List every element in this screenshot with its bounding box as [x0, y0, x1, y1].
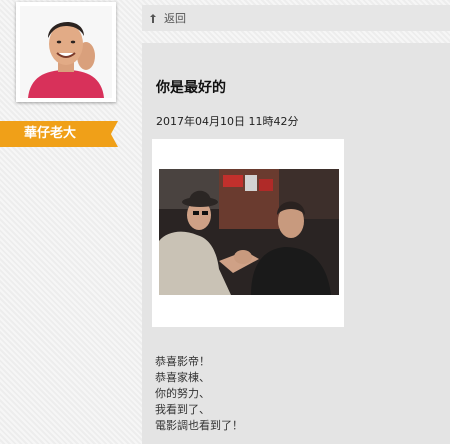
avatar-image: [20, 6, 112, 98]
back-bar: 返回: [142, 5, 450, 31]
post-body: 恭喜影帝！ 恭喜家棟、 你的努力、 我看到了、 電影調也看到了！: [155, 354, 243, 434]
post-body-line: 電影調也看到了！: [155, 419, 243, 432]
profile-avatar[interactable]: [16, 2, 116, 102]
arrow-up-left-icon: [150, 13, 156, 23]
profile-name-ribbon[interactable]: 華仔老大: [0, 121, 118, 147]
post-body-line: 你的努力、: [155, 387, 210, 400]
post-body-line: 恭喜家棟、: [155, 371, 210, 384]
post-datetime: 2017年04月10日 11時42分: [156, 115, 299, 128]
back-label: 返回: [164, 12, 186, 25]
post-title: 你是最好的: [156, 80, 226, 96]
back-link[interactable]: 返回: [150, 10, 186, 26]
post-body-line: 我看到了、: [155, 403, 210, 416]
post-photo[interactable]: [159, 169, 339, 295]
post-body-line: 恭喜影帝！: [155, 355, 210, 368]
post-panel: 你是最好的 2017年04月10日 11時42分 恭喜影帝！ 恭喜家棟、 你的努…: [142, 43, 450, 444]
post-photo-card: [152, 139, 344, 327]
